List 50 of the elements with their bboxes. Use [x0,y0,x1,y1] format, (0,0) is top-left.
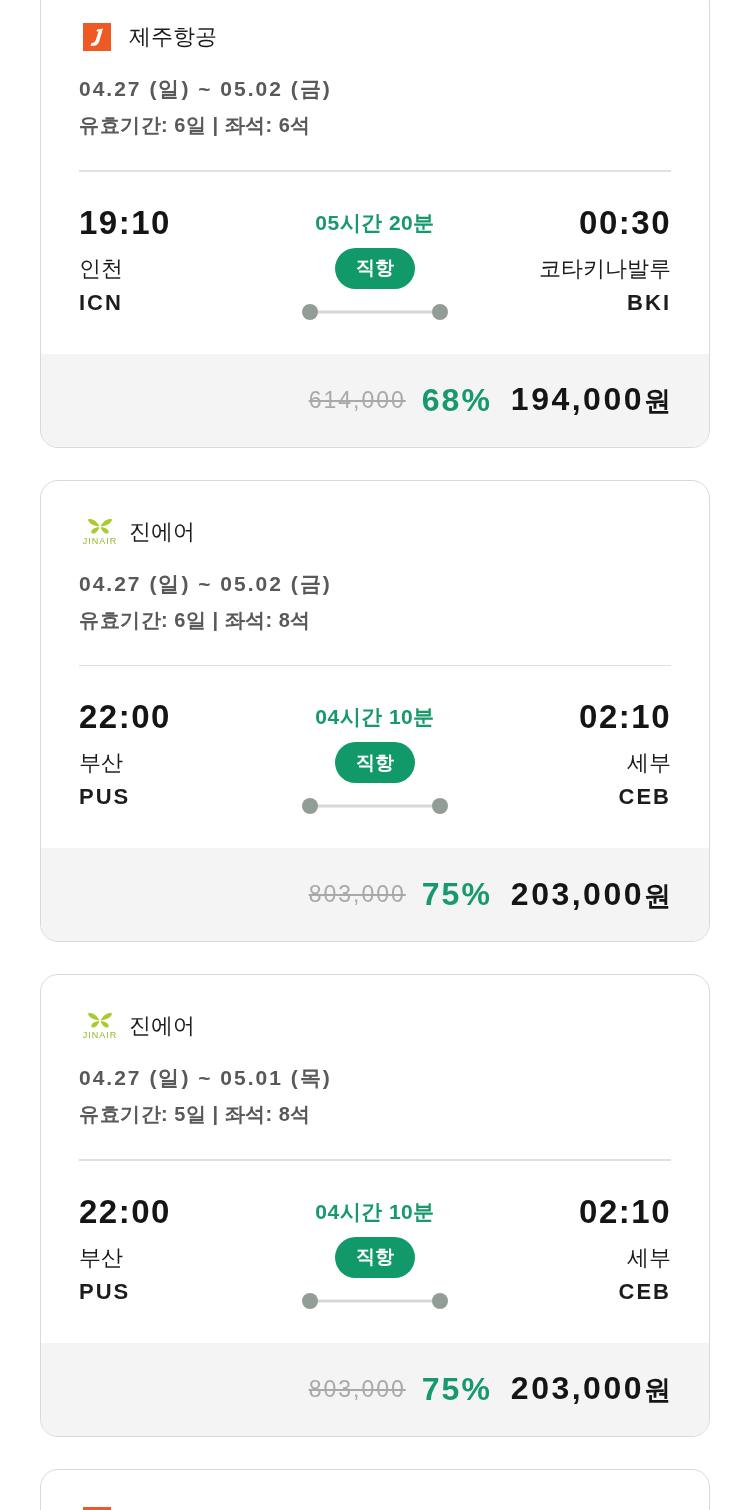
flight-card[interactable]: 제주항공 04.27 (일) ~ 05.02 (금) 유효기간: 6일 | 좌석: 6석 19:10 인천 ICN 05시간 20분 직항 00:30 코타키나발루 BKI 614,000 68% 194,000원 [40,0,710,448]
departure-time: 19:10 [79,204,171,241]
arrival-code: CEB [618,783,671,811]
original-price: 803,000 [308,881,406,908]
discount-rate: 75% [421,1370,492,1408]
arrival-code: CEB [618,1277,671,1306]
airline-name: 제주항공 [129,23,217,51]
arrival-time: 02:10 [579,1193,671,1230]
flight-duration: 04시간 10분 [315,1198,435,1225]
flight-card[interactable]: JINAIR 진에어 04.27 (일) ~ 05.02 (금) 유효기간: 6일 | 좌석: 8석 22:00 부산 PUS 04시간 10분 직항 02:10 세부 CEB 803,000 75% 203,000원 [40,479,710,942]
airline-name: 진에어 [129,517,195,546]
arrival-city: 세부 [627,749,671,777]
departure-code: PUS [79,783,131,811]
validity-seats-text: 유효기간: 5일 | 좌석: 8석 [79,1102,312,1127]
original-price: 803,000 [308,1375,406,1403]
original-price: 614,000 [308,386,406,414]
departure-city: 부산 [79,1243,123,1272]
arrival-time: 00:30 [579,204,671,241]
butterfly-icon [87,517,113,535]
discount-rate: 68% [421,381,492,419]
arrival-time: 02:10 [579,699,671,735]
nonstop-badge: 직항 [335,247,415,289]
departure-city: 부산 [79,749,123,777]
flight-duration: 04시간 10분 [315,704,435,730]
flight-card[interactable]: JINAIR 진에어 04.27 (일) ~ 05.01 (목) 유효기간: 5일 | 좌석: 8석 22:00 부산 PUS 04시간 10분 직항 02:10 세부 CEB 803,000 75% 203,000원 [40,974,710,1437]
travel-dates: 04.27 (일) ~ 05.01 (목) [79,1065,333,1091]
butterfly-icon [87,1012,113,1029]
sale-price: 203,000원 [510,1370,671,1408]
logo-icon [83,23,111,51]
validity-seats-text: 유효기간: 6일 | 좌석: 8석 [79,607,312,633]
nonstop-badge: 직항 [335,742,415,783]
logo-wordmark: JINAIR [82,1030,118,1040]
validity-seats-text: 유효기간: 6일 | 좌석: 6석 [79,113,312,138]
sale-price: 203,000원 [510,875,671,914]
travel-dates: 04.27 (일) ~ 05.02 (금) [79,570,333,597]
departure-time: 22:00 [79,699,171,735]
airline-name: 진에어 [129,1012,195,1040]
departure-code: ICN [79,288,123,317]
arrival-city: 세부 [627,1243,671,1272]
discount-rate: 75% [421,876,492,913]
travel-dates: 04.27 (일) ~ 05.02 (금) [79,76,333,102]
departure-time: 22:00 [79,1193,171,1230]
departure-code: PUS [79,1277,131,1306]
sale-price: 194,000원 [510,381,671,419]
nonstop-badge: 직항 [335,1236,415,1278]
arrival-city: 코타키나발루 [539,254,671,283]
logo-wordmark: JINAIR [82,535,118,546]
arrival-code: BKI [627,288,671,317]
flight-duration: 05시간 20분 [315,209,435,236]
departure-city: 인천 [79,254,123,283]
